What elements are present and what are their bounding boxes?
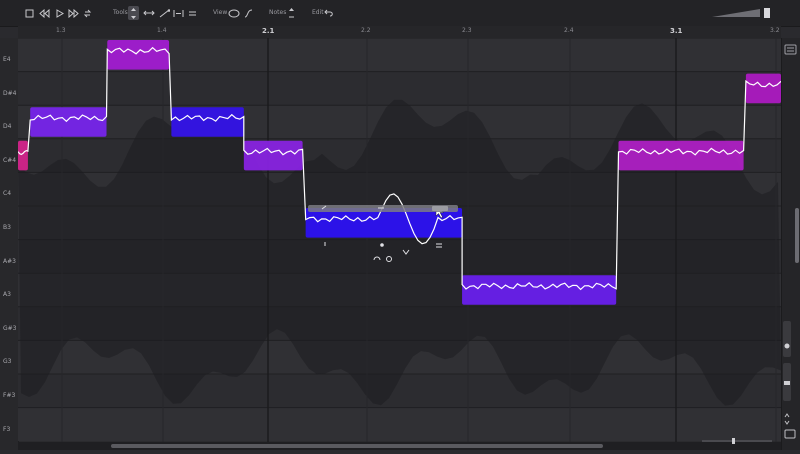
pitch-key-label: B3	[3, 224, 11, 231]
waveform-zoom-handle[interactable]	[784, 381, 790, 385]
pitch-key-label: D4	[3, 123, 12, 131]
volume-slider[interactable]	[712, 6, 760, 20]
toolbar: Tools View Notes Edit	[0, 0, 800, 27]
vertical-zoom-arrows-icon[interactable]	[784, 413, 790, 425]
note-point-icon	[380, 243, 384, 247]
note-blob[interactable]	[30, 107, 107, 137]
vertical-zoom-track[interactable]	[783, 321, 791, 357]
pitch-key-label: G#3	[3, 324, 17, 332]
ruler-label: 2.2	[361, 27, 371, 34]
note-blob[interactable]	[171, 107, 244, 137]
pitch-key-label: G3	[3, 358, 12, 366]
headphone-icon	[373, 256, 381, 261]
pitch-key-label: D#4	[3, 89, 17, 97]
pitch-key-label: F3	[3, 425, 11, 433]
equal-tool-icon	[436, 243, 442, 248]
ruler-label: 2.3	[462, 27, 472, 34]
pitch-keyboard: E4 D#4 D4 C#4 C4 B3 A#3 A3 G#3 G3 F#3 F3	[0, 38, 19, 450]
pitch-key-label: A3	[3, 291, 11, 299]
stop-icon[interactable]	[24, 6, 34, 20]
horizontal-zoom-slider[interactable]	[702, 430, 772, 444]
rotate-icon	[386, 256, 392, 262]
pitch-key-label: C4	[3, 190, 12, 198]
note-blob[interactable]	[107, 40, 170, 70]
note-blob[interactable]	[18, 140, 28, 171]
chevron-down-icon	[402, 249, 410, 255]
menu-icon[interactable]	[784, 44, 797, 55]
note-context-toolbar	[308, 203, 458, 265]
pitch-key-label: C#4	[3, 156, 17, 164]
pitch-tool-icon[interactable]	[158, 6, 170, 20]
ruler-label: 2.4	[564, 27, 574, 34]
right-sidebar	[781, 38, 800, 450]
equal-icon[interactable]	[187, 6, 197, 20]
pitch-key-label: E4	[3, 56, 11, 63]
play-icon[interactable]	[54, 6, 64, 20]
note-blob[interactable]	[462, 275, 617, 305]
fit-view-icon[interactable]	[784, 429, 796, 439]
pitch-row	[18, 407, 781, 442]
loop-icon[interactable]	[82, 6, 92, 20]
note-blob[interactable]	[243, 140, 303, 171]
stretch-icon[interactable]	[143, 6, 155, 20]
tools-label: Tools	[113, 9, 128, 16]
formant-icon[interactable]	[172, 6, 184, 20]
horizontal-scrollbar[interactable]	[18, 442, 781, 450]
ruler-label: 1.4	[157, 27, 167, 34]
note-blob[interactable]	[618, 140, 744, 171]
vertical-scrollbar[interactable]	[795, 208, 799, 263]
pitch-key-label: F#3	[3, 392, 16, 399]
horizontal-scroll-thumb[interactable]	[111, 444, 603, 448]
pitch-key-label: A#3	[3, 257, 16, 265]
pointer-icon[interactable]	[128, 6, 139, 20]
rewind-icon[interactable]	[38, 6, 50, 20]
note-blob[interactable]	[745, 73, 781, 104]
edit-label: Edit	[312, 9, 324, 16]
ruler-label: 2.1	[262, 27, 275, 35]
notes-label: Notes	[269, 9, 287, 16]
volume-level-icon	[762, 6, 772, 20]
ruler-label: 1.3	[56, 27, 66, 34]
notes-icon[interactable]	[287, 6, 295, 20]
vertical-zoom-handle[interactable]	[784, 343, 790, 349]
fast-forward-icon[interactable]	[67, 6, 79, 20]
undo-icon[interactable]	[324, 6, 334, 20]
view-curve-icon[interactable]	[243, 6, 253, 20]
note-toolbar-handle	[432, 206, 448, 211]
view-label: View	[213, 9, 228, 16]
ruler-label: 3.1	[670, 27, 683, 35]
view-blobs-icon[interactable]	[228, 6, 240, 20]
ruler-label: 3.2	[770, 27, 780, 34]
